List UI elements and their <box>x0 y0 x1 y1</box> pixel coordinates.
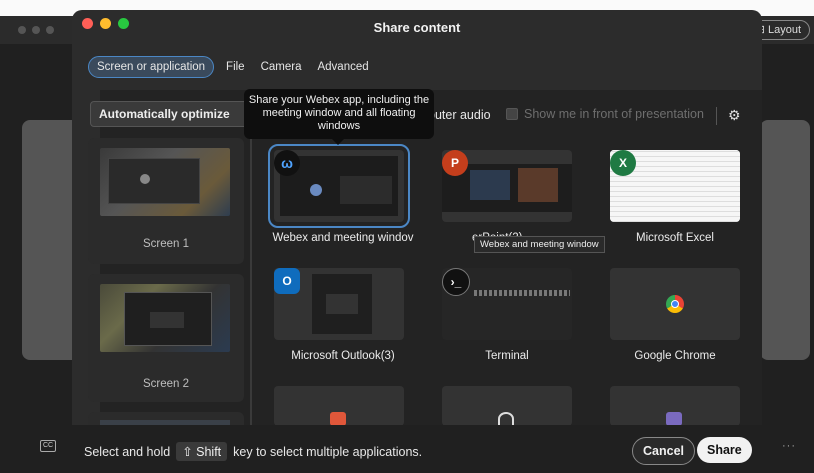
screen-1-label: Screen 1 <box>142 238 190 250</box>
share-computer-audio-label[interactable]: puter audio <box>428 108 491 122</box>
more-options-icon[interactable]: ··· <box>782 440 796 452</box>
outlook-thumbnail <box>312 274 372 334</box>
app-row3-2-icon <box>498 412 514 426</box>
hover-tooltip: Webex and meeting window <box>474 236 605 253</box>
shift-key-badge: ⇧ Shift <box>176 442 228 461</box>
excel-icon: X <box>610 150 636 176</box>
outlook-icon: O <box>274 268 300 294</box>
column-divider <box>250 138 252 438</box>
cancel-button[interactable]: Cancel <box>632 437 695 465</box>
gear-icon[interactable]: ⚙ <box>728 107 741 124</box>
screen-2-label: Screen 2 <box>142 378 190 390</box>
background-panel-right <box>760 120 810 360</box>
app-label-excel: Microsoft Excel <box>636 232 714 244</box>
app-label-webex: Webex and meeting windov <box>272 232 414 244</box>
multi-select-hint: Select and hold ⇧ Shift key to select mu… <box>84 442 422 461</box>
app-row3-3-icon <box>666 412 682 426</box>
background-window-controls <box>18 26 54 34</box>
app-label-chrome: Google Chrome <box>634 350 716 362</box>
tab-screen-or-application[interactable]: Screen or application <box>88 56 215 78</box>
app-card-row3-2[interactable] <box>442 386 572 426</box>
app-row3-1-icon <box>330 412 346 426</box>
show-me-checkbox[interactable] <box>506 108 518 120</box>
share-button[interactable]: Share <box>697 437 752 463</box>
app-label-terminal: Terminal <box>485 350 529 362</box>
app-card-row3-3[interactable] <box>610 386 740 426</box>
screen-2-thumbnail <box>100 284 230 352</box>
screens-column: Screen 1 Screen 2 <box>88 138 244 438</box>
share-content-dialog: Share content Screen or application File… <box>72 10 762 473</box>
closed-captions-icon[interactable]: CC <box>40 440 56 452</box>
layout-label: Layout <box>767 24 801 36</box>
optimize-select[interactable]: Automatically optimize <box>90 101 250 127</box>
tab-camera[interactable]: Camera <box>253 57 310 77</box>
terminal-thumbnail <box>474 290 570 296</box>
screen-card-2[interactable]: Screen 2 <box>88 274 244 402</box>
chrome-icon <box>666 295 684 313</box>
webex-share-tooltip: Share your Webex app, including the meet… <box>244 89 434 145</box>
toolbar-divider <box>716 107 717 125</box>
powerpoint-icon: P <box>442 150 468 176</box>
hint-text-after: key to select multiple applications. <box>233 444 423 459</box>
share-tabs: Screen or application File Camera Advanc… <box>88 56 377 78</box>
hint-text-before: Select and hold <box>84 444 171 459</box>
screen-1-thumbnail <box>100 148 230 216</box>
screen-card-1[interactable]: Screen 1 <box>88 138 244 264</box>
app-card-row3-1[interactable] <box>274 386 404 426</box>
app-label-outlook: Microsoft Outlook(3) <box>291 350 395 362</box>
tab-file[interactable]: File <box>218 57 253 77</box>
show-me-option[interactable]: Show me in front of presentation <box>506 107 704 121</box>
dialog-title: Share content <box>373 20 461 35</box>
webex-icon: ω <box>274 150 300 176</box>
terminal-icon: ›_ <box>442 268 470 296</box>
tab-advanced[interactable]: Advanced <box>309 57 376 77</box>
show-me-label: Show me in front of presentation <box>524 107 704 121</box>
